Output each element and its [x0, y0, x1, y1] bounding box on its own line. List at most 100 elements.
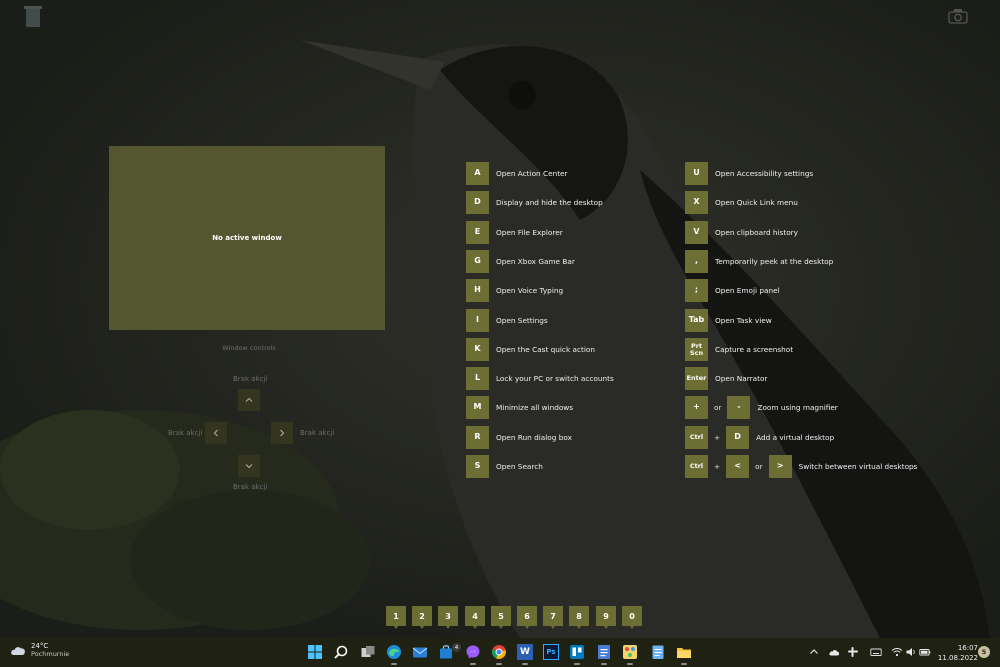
recycle-bin-icon[interactable] — [22, 4, 44, 28]
shortcut-row-switch-desktop[interactable]: Ctrl + < or > Switch between virtual des… — [685, 455, 917, 478]
keyboard-tray[interactable] — [870, 646, 882, 658]
window-controls-title: Window controls — [222, 344, 276, 352]
gmail-docs-icon — [598, 645, 610, 659]
chevron-right-icon — [280, 429, 285, 437]
shortcut-row[interactable]: E Open File Explorer — [466, 221, 563, 244]
shortcut-key: I — [466, 309, 489, 332]
shortcut-row[interactable]: , Temporarily peek at the desktop — [685, 250, 833, 273]
mail-icon — [412, 647, 428, 658]
shortcut-description: Capture a screenshot — [715, 345, 794, 354]
photoshop-app[interactable]: Ps — [543, 644, 559, 660]
no-active-window-text: No active window — [212, 234, 282, 242]
shortcut-row[interactable]: Prt Scn Capture a screenshot — [685, 338, 793, 361]
desktop-number-button[interactable]: 7 — [543, 606, 563, 629]
left-action-label: Brak akcji — [168, 429, 203, 437]
shortcut-row[interactable]: K Open the Cast quick action — [466, 338, 595, 361]
shortcut-key: K — [466, 338, 489, 361]
shortcut-row[interactable]: A Open Action Center — [466, 162, 568, 185]
shortcut-row[interactable]: V Open clipboard history — [685, 221, 798, 244]
mail-app[interactable] — [412, 644, 428, 660]
shortcut-description: Open Narrator — [715, 374, 768, 383]
snap-right-button[interactable] — [271, 422, 293, 444]
desktop-number-button[interactable]: 6 — [517, 606, 537, 629]
shortcut-description: Temporarily peek at the desktop — [715, 257, 834, 266]
shortcut-separator: + — [714, 433, 721, 442]
shortcut-description: Open Task view — [715, 316, 772, 325]
docs-app[interactable] — [596, 644, 612, 660]
shortcut-key: R — [466, 426, 489, 449]
clock[interactable]: 16:07 11.08.2022 — [934, 643, 978, 663]
slack-tray[interactable] — [847, 646, 859, 658]
shortcut-row-add-desktop[interactable]: Ctrl + D Add a virtual desktop — [685, 426, 834, 449]
snap-left-button[interactable] — [205, 422, 227, 444]
shortcut-key: ; — [685, 279, 708, 302]
down-action-label: Brak akcji — [233, 483, 268, 491]
weather-widget[interactable]: 24°C Pochmurnie — [10, 642, 69, 658]
shortcut-key: , — [685, 250, 708, 273]
shortcut-key: G — [466, 250, 489, 273]
show-hidden-icons-button[interactable] — [808, 646, 820, 658]
desktop-number-button[interactable]: 0 — [622, 606, 642, 629]
paint-app[interactable] — [622, 644, 638, 660]
notification-center-button[interactable]: 5 — [978, 646, 990, 658]
shortcut-row[interactable]: ; Open Emoji panel — [685, 279, 780, 302]
word-app[interactable]: W — [517, 644, 533, 660]
shortcut-row[interactable]: I Open Settings — [466, 309, 548, 332]
trello-app[interactable] — [569, 644, 585, 660]
running-indicator — [574, 663, 580, 665]
chrome-app[interactable] — [491, 644, 507, 660]
snap-up-button[interactable] — [238, 389, 260, 411]
desktop-number-button[interactable]: 2 — [412, 606, 432, 629]
shortcut-row[interactable]: R Open Run dialog box — [466, 426, 572, 449]
file-explorer-app[interactable] — [676, 644, 692, 660]
desktop-number-button[interactable]: 1 — [386, 606, 406, 629]
shortcut-key: L — [466, 367, 489, 390]
edge-app[interactable] — [386, 644, 402, 660]
desktop-number-button[interactable]: 9 — [596, 606, 616, 629]
battery-tray[interactable] — [919, 646, 931, 658]
shortcut-separator: or — [755, 462, 763, 471]
volume-tray[interactable] — [905, 646, 917, 658]
paint-icon — [623, 645, 637, 659]
notepad-icon — [652, 645, 664, 659]
weather-temperature: 24°C — [31, 642, 49, 650]
start-button[interactable] — [307, 644, 323, 660]
shortcut-key: Ctrl — [685, 455, 708, 478]
shortcut-row[interactable]: M Minimize all windows — [466, 396, 573, 419]
notepad-app[interactable] — [650, 644, 666, 660]
messenger-app[interactable] — [465, 644, 481, 660]
shortcut-row[interactable]: Tab Open Task view — [685, 309, 772, 332]
shortcut-description: Lock your PC or switch accounts — [496, 374, 614, 383]
file-explorer-icon — [677, 648, 691, 658]
cloud-icon — [11, 647, 25, 655]
desktop-number-button[interactable]: 5 — [491, 606, 511, 629]
cloud-icon — [829, 650, 840, 656]
shortcut-description: Open File Explorer — [496, 228, 563, 237]
snap-down-button[interactable] — [238, 455, 260, 477]
shortcut-row[interactable]: L Lock your PC or switch accounts — [466, 367, 614, 390]
shortcut-row-magnifier[interactable]: + or - Zoom using magnifier — [685, 396, 838, 419]
shortcut-row[interactable]: X Open Quick Link menu — [685, 191, 798, 214]
shortcut-key: A — [466, 162, 489, 185]
task-view-icon — [361, 646, 375, 657]
shortcut-key: Tab — [685, 309, 708, 332]
desktop-number-button[interactable]: 3 — [438, 606, 458, 629]
shortcut-row[interactable]: D Display and hide the desktop — [466, 191, 603, 214]
shortcut-description: Open Voice Typing — [496, 286, 564, 295]
shortcut-row[interactable]: S Open Search — [466, 455, 543, 478]
shortcut-row[interactable]: Enter Open Narrator — [685, 367, 767, 390]
camera-icon[interactable] — [948, 8, 968, 24]
desktop-number-button[interactable]: 4 — [465, 606, 485, 629]
running-indicator — [496, 663, 502, 665]
shortcut-key: - — [727, 396, 751, 419]
shortcut-row[interactable]: U Open Accessibility settings — [685, 162, 813, 185]
task-view-button[interactable] — [360, 644, 376, 660]
shortcut-row[interactable]: H Open Voice Typing — [466, 279, 563, 302]
desktop-number-button[interactable]: 8 — [569, 606, 589, 629]
shortcut-key: M — [466, 396, 489, 419]
shortcut-row[interactable]: G Open Xbox Game Bar — [466, 250, 575, 273]
shortcut-description: Open the Cast quick action — [496, 345, 595, 354]
wifi-tray[interactable] — [891, 646, 903, 658]
onedrive-tray[interactable] — [828, 646, 840, 658]
search-button[interactable] — [333, 644, 349, 660]
